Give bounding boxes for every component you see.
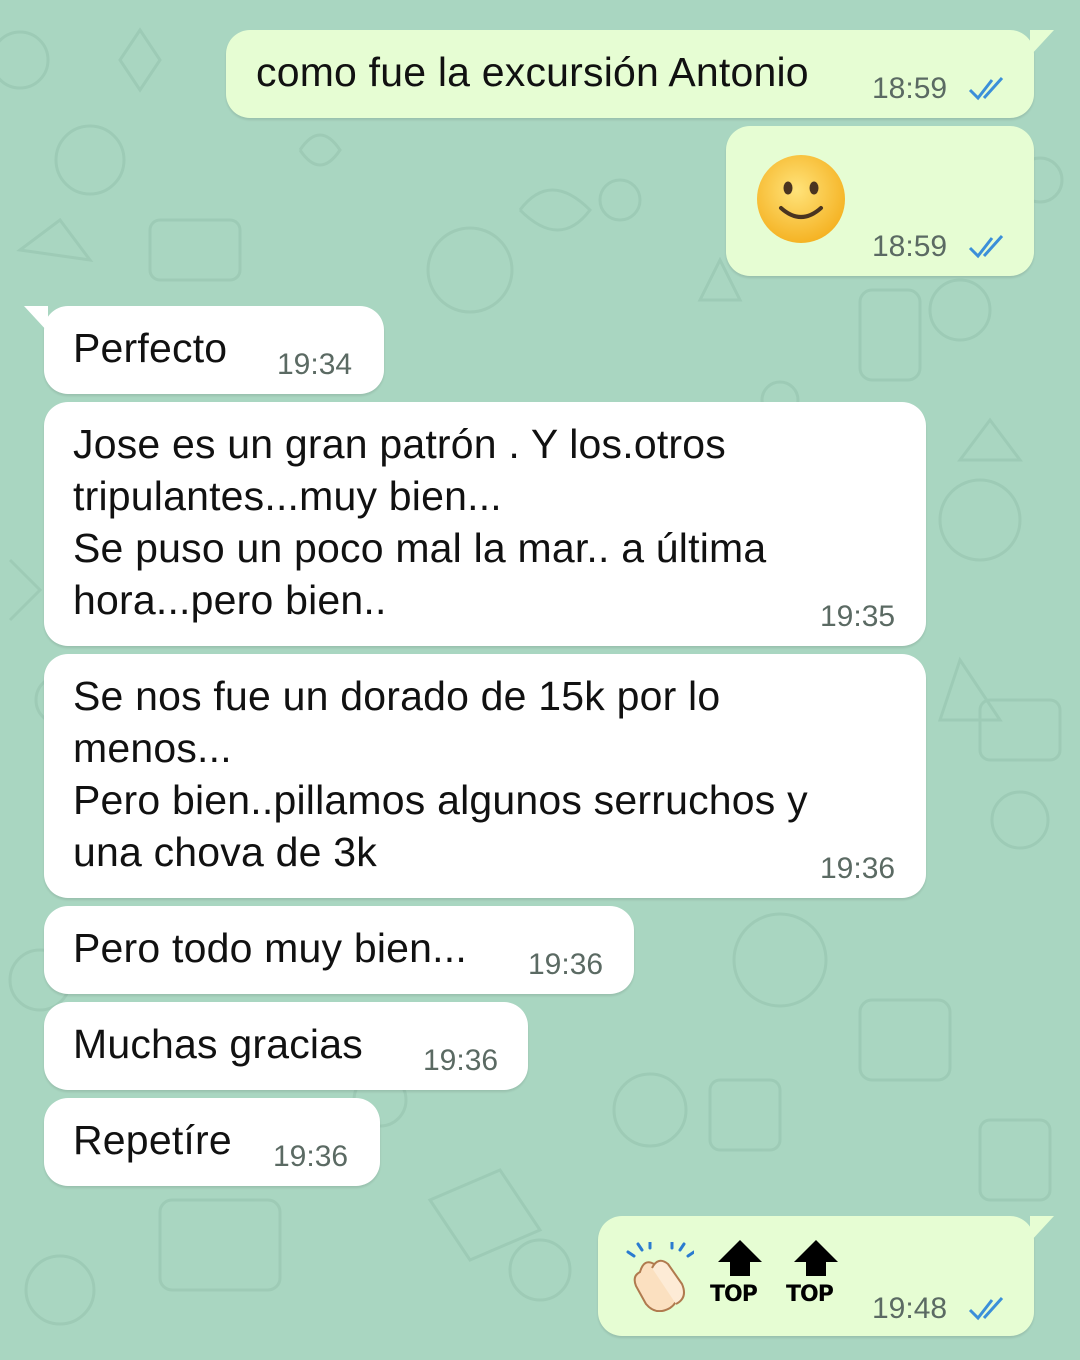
message-time: 19:36 — [820, 852, 896, 885]
message-text: Repetíre — [73, 1117, 232, 1163]
incoming-message-bubble[interactable]: Perfecto 19:34 — [24, 306, 384, 394]
message-text: Perfecto — [73, 325, 228, 371]
slightly-smiling-face-emoji — [757, 155, 845, 243]
top-arrow-label: TOP — [786, 1282, 834, 1307]
outgoing-message-bubble[interactable]: TOP TOP 19:48 — [598, 1216, 1054, 1336]
incoming-message-bubble[interactable]: Muchas gracias 19:36 — [44, 1002, 528, 1090]
message-time: 19:35 — [820, 600, 896, 633]
incoming-message-bubble[interactable]: Pero todo muy bien... 19:36 — [44, 906, 634, 994]
read-double-check-icon — [968, 234, 1004, 259]
message-text: Pero todo muy bien... — [73, 925, 467, 971]
incoming-message-bubble[interactable]: Repetíre 19:36 — [44, 1098, 380, 1186]
message-time: 18:59 — [872, 72, 948, 105]
outgoing-message-bubble[interactable]: 18:59 — [726, 126, 1034, 276]
read-double-check-icon — [968, 1296, 1004, 1321]
message-time: 19:34 — [277, 348, 353, 381]
message-time: 19:48 — [872, 1292, 948, 1325]
message-time: 19:36 — [273, 1140, 349, 1173]
incoming-message-bubble[interactable]: Jose es un gran patrón . Y los.otros tri… — [44, 402, 926, 646]
top-arrow-label: TOP — [710, 1282, 758, 1307]
message-text: Muchas gracias — [73, 1021, 363, 1067]
message-time: 18:59 — [872, 230, 948, 263]
message-time: 19:36 — [528, 948, 604, 981]
read-double-check-icon — [968, 76, 1004, 101]
message-text: Se nos fue un dorado de 15k por lo menos… — [73, 673, 808, 875]
message-text: como fue la excursión Antonio — [256, 49, 809, 95]
message-time: 19:36 — [423, 1044, 499, 1077]
outgoing-message-bubble[interactable]: como fue la excursión Antonio 18:59 — [226, 30, 1054, 118]
message-text: Jose es un gran patrón . Y los.otros tri… — [73, 421, 767, 623]
incoming-message-bubble[interactable]: Se nos fue un dorado de 15k por lo menos… — [44, 654, 926, 898]
clapping-hands-emoji — [626, 1242, 694, 1312]
